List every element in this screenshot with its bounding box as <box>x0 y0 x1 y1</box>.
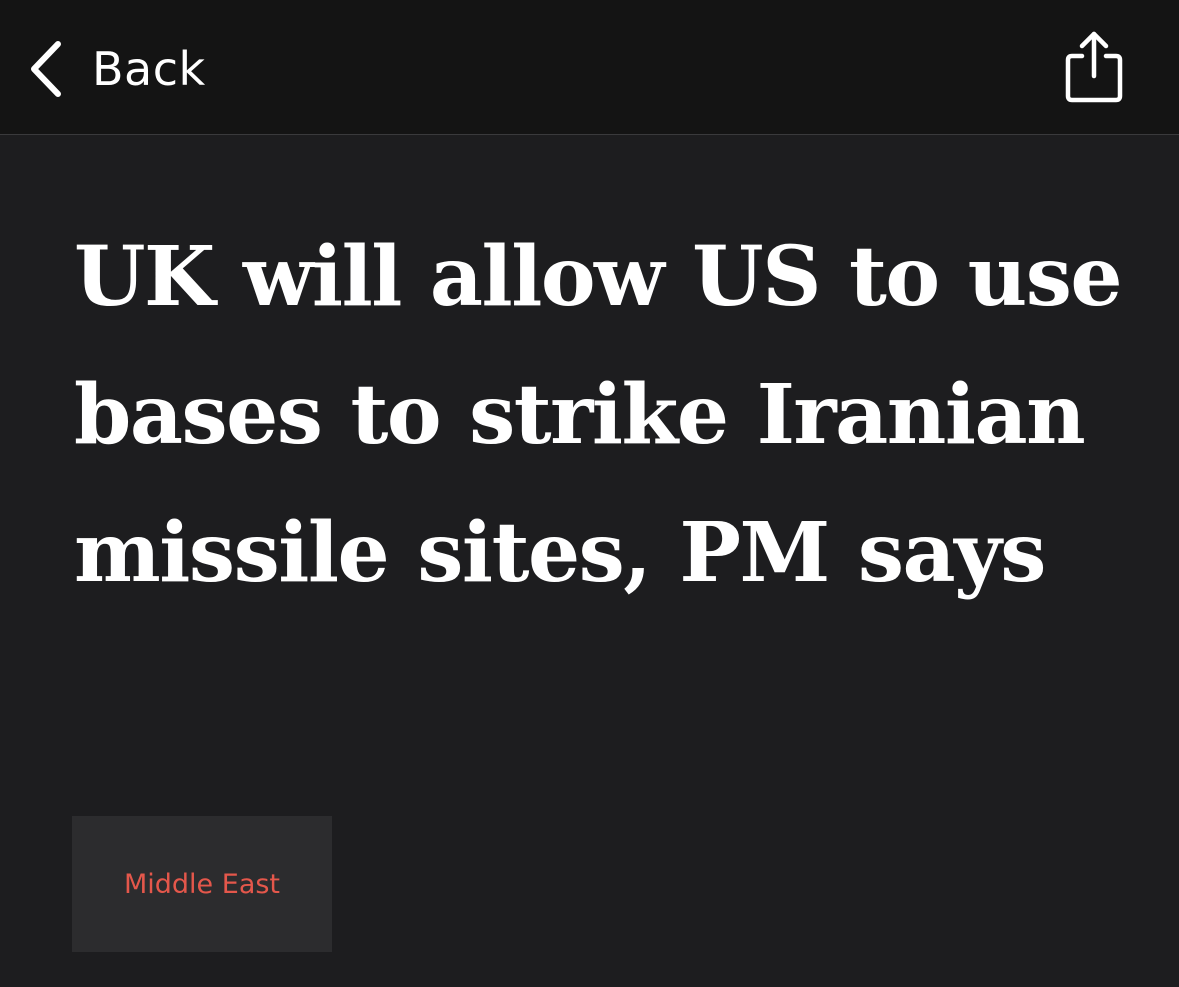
share-button[interactable] <box>1058 28 1130 106</box>
topic-tag-label: Middle East <box>123 868 281 900</box>
back-button[interactable]: Back <box>26 36 206 102</box>
article-headline: UK will allow US to use bases to strike … <box>74 229 1123 601</box>
back-label: Back <box>92 42 206 96</box>
top-navigation-bar: Back <box>0 0 1179 135</box>
chevron-left-icon <box>31 41 61 97</box>
share-icon <box>1065 31 1123 103</box>
topic-tag-button[interactable]: Middle East <box>72 816 332 952</box>
